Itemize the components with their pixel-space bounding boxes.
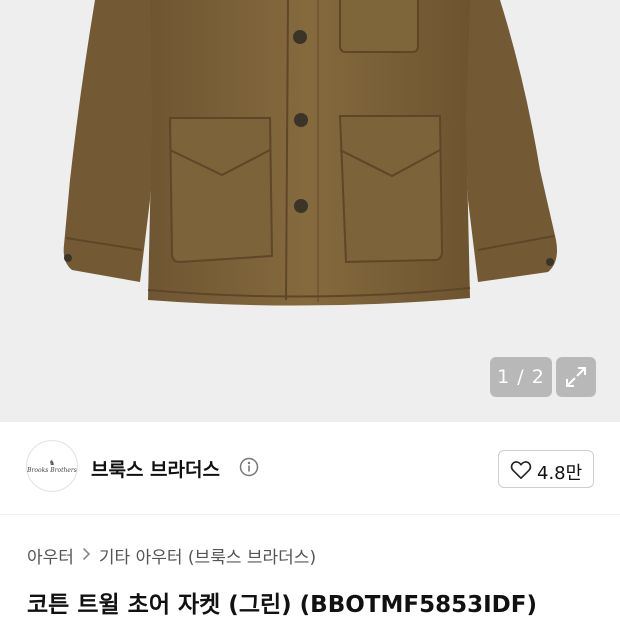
product-image[interactable]: 1 / 2: [0, 0, 620, 422]
brand-row: ♞ Brooks Brothers 브룩스 브라더스 4.8만: [0, 422, 620, 514]
breadcrumb-item-outer[interactable]: 아우터: [27, 543, 74, 568]
product-title: 코튼 트윌 초어 자켓 (그린) (BBOTMF5853IDF): [27, 592, 537, 618]
breadcrumb-item-other-outer[interactable]: 기타 아우터 (브룩스 브라더스): [99, 543, 316, 568]
info-circle-icon[interactable]: [239, 457, 259, 477]
like-count: 4.8만: [537, 463, 583, 484]
chevron-right-icon: [82, 547, 91, 565]
expand-arrows-icon: [566, 367, 586, 387]
section-divider: [0, 514, 620, 515]
brand-logo-script: Brooks Brothers: [27, 466, 77, 474]
brand-logo-mark: ♞: [48, 458, 56, 467]
expand-image-button[interactable]: [556, 357, 596, 397]
like-button[interactable]: 4.8만: [498, 450, 594, 488]
brand-name[interactable]: 브룩스 브라더스: [91, 455, 220, 482]
breadcrumb: 아우터 기타 아우터 (브룩스 브라더스): [27, 543, 316, 568]
brand-logo[interactable]: ♞ Brooks Brothers: [26, 440, 78, 492]
image-counter: 1 / 2: [490, 357, 552, 397]
heart-outline-icon: [510, 461, 532, 479]
